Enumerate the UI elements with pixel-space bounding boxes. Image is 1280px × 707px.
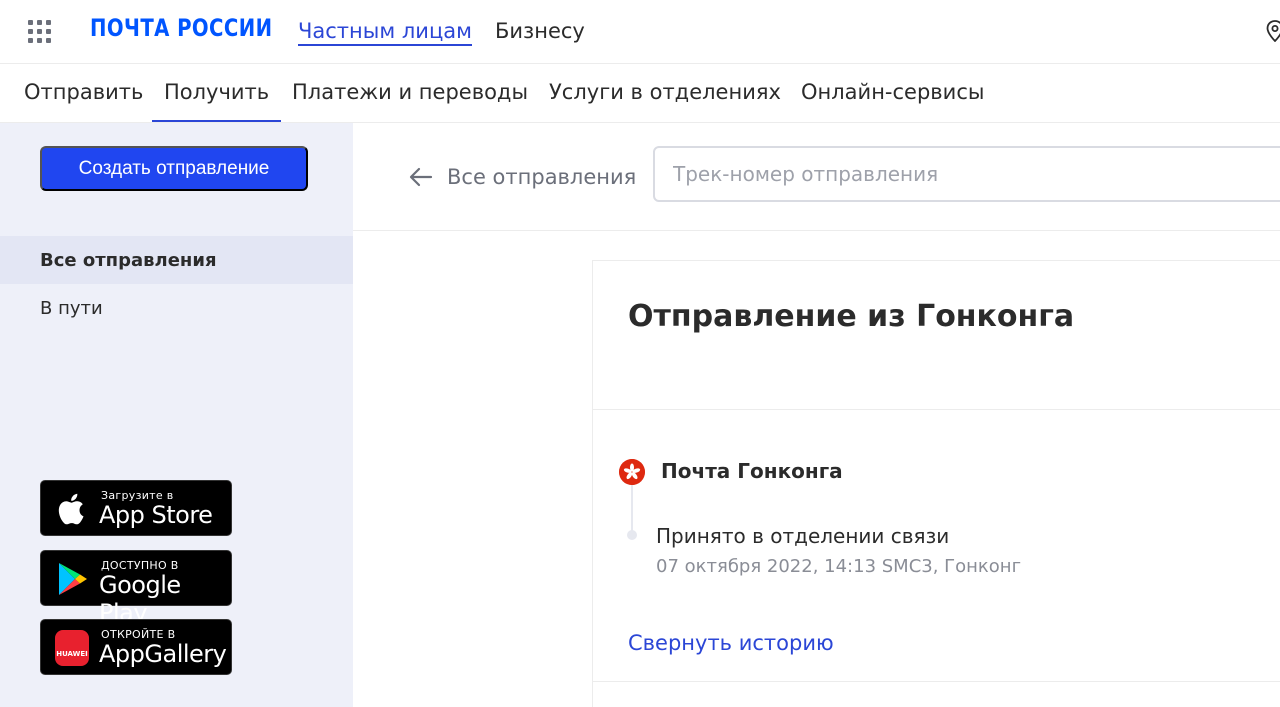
huawei-icon-label: HUAWEI	[56, 650, 88, 658]
timeline-dot	[627, 530, 637, 540]
badge-store-name: App Store	[99, 501, 213, 529]
app-store-badge[interactable]: Загрузите в App Store	[40, 480, 232, 536]
nav-active-indicator	[152, 120, 281, 122]
divider	[593, 409, 1280, 410]
sidebar-item-label: Все отправления	[40, 249, 217, 271]
huawei-icon: HUAWEI	[55, 630, 89, 666]
timeline-line	[631, 485, 633, 535]
main-nav: Отправить Получить Платежи и переводы Ус…	[0, 65, 1280, 123]
nav-send[interactable]: Отправить	[24, 80, 143, 104]
sidebar-item-in-transit[interactable]: В пути	[0, 284, 353, 332]
sidebar-item-label: В пути	[40, 297, 103, 319]
sidebar-item-all-shipments[interactable]: Все отправления	[0, 236, 353, 284]
google-play-icon	[59, 563, 87, 595]
nav-online-services[interactable]: Онлайн-сервисы	[801, 80, 984, 104]
nav-receive[interactable]: Получить	[164, 80, 269, 104]
nav-office-services[interactable]: Услуги в отделениях	[549, 80, 781, 104]
logo[interactable]: ПОЧТА РОССИИ	[90, 14, 273, 42]
google-play-badge[interactable]: ДОСТУПНО В Google Play	[40, 550, 232, 627]
postal-operator: Почта Гонконга	[661, 459, 843, 483]
track-number-input[interactable]	[653, 146, 1280, 202]
search-area: Все отправления	[353, 123, 1280, 231]
top-link-private[interactable]: Частным лицам	[298, 19, 472, 46]
event-title: Принято в отделении связи	[656, 524, 950, 548]
location-pin-icon[interactable]	[1266, 20, 1280, 42]
apps-grid-icon[interactable]	[28, 20, 52, 44]
create-shipment-button[interactable]: Создать отправление	[40, 146, 308, 191]
nav-payments[interactable]: Платежи и переводы	[292, 80, 528, 104]
divider	[593, 681, 1280, 682]
top-link-business[interactable]: Бизнесу	[495, 19, 585, 43]
event-meta: 07 октября 2022, 14:13 SMC3, Гонконг	[656, 556, 1022, 577]
back-to-all-shipments-link[interactable]: Все отправления	[409, 165, 636, 189]
collapse-history-link[interactable]: Свернуть историю	[628, 631, 834, 655]
apple-icon	[58, 493, 84, 525]
top-bar: ПОЧТА РОССИИ Частным лицам Бизнесу	[0, 0, 1280, 64]
badge-store-name: AppGallery	[99, 640, 227, 668]
hong-kong-flag-icon	[619, 459, 645, 485]
sidebar: Создать отправление Все отправления В пу…	[0, 123, 353, 707]
back-link-label: Все отправления	[447, 165, 637, 189]
app-gallery-badge[interactable]: HUAWEI ОТКРОЙТЕ В AppGallery	[40, 619, 232, 675]
shipment-card: Отправление из Гонконга Почта Гонконга П…	[592, 260, 1280, 707]
shipment-title: Отправление из Гонконга	[628, 299, 1075, 334]
arrow-left-icon	[409, 167, 433, 187]
